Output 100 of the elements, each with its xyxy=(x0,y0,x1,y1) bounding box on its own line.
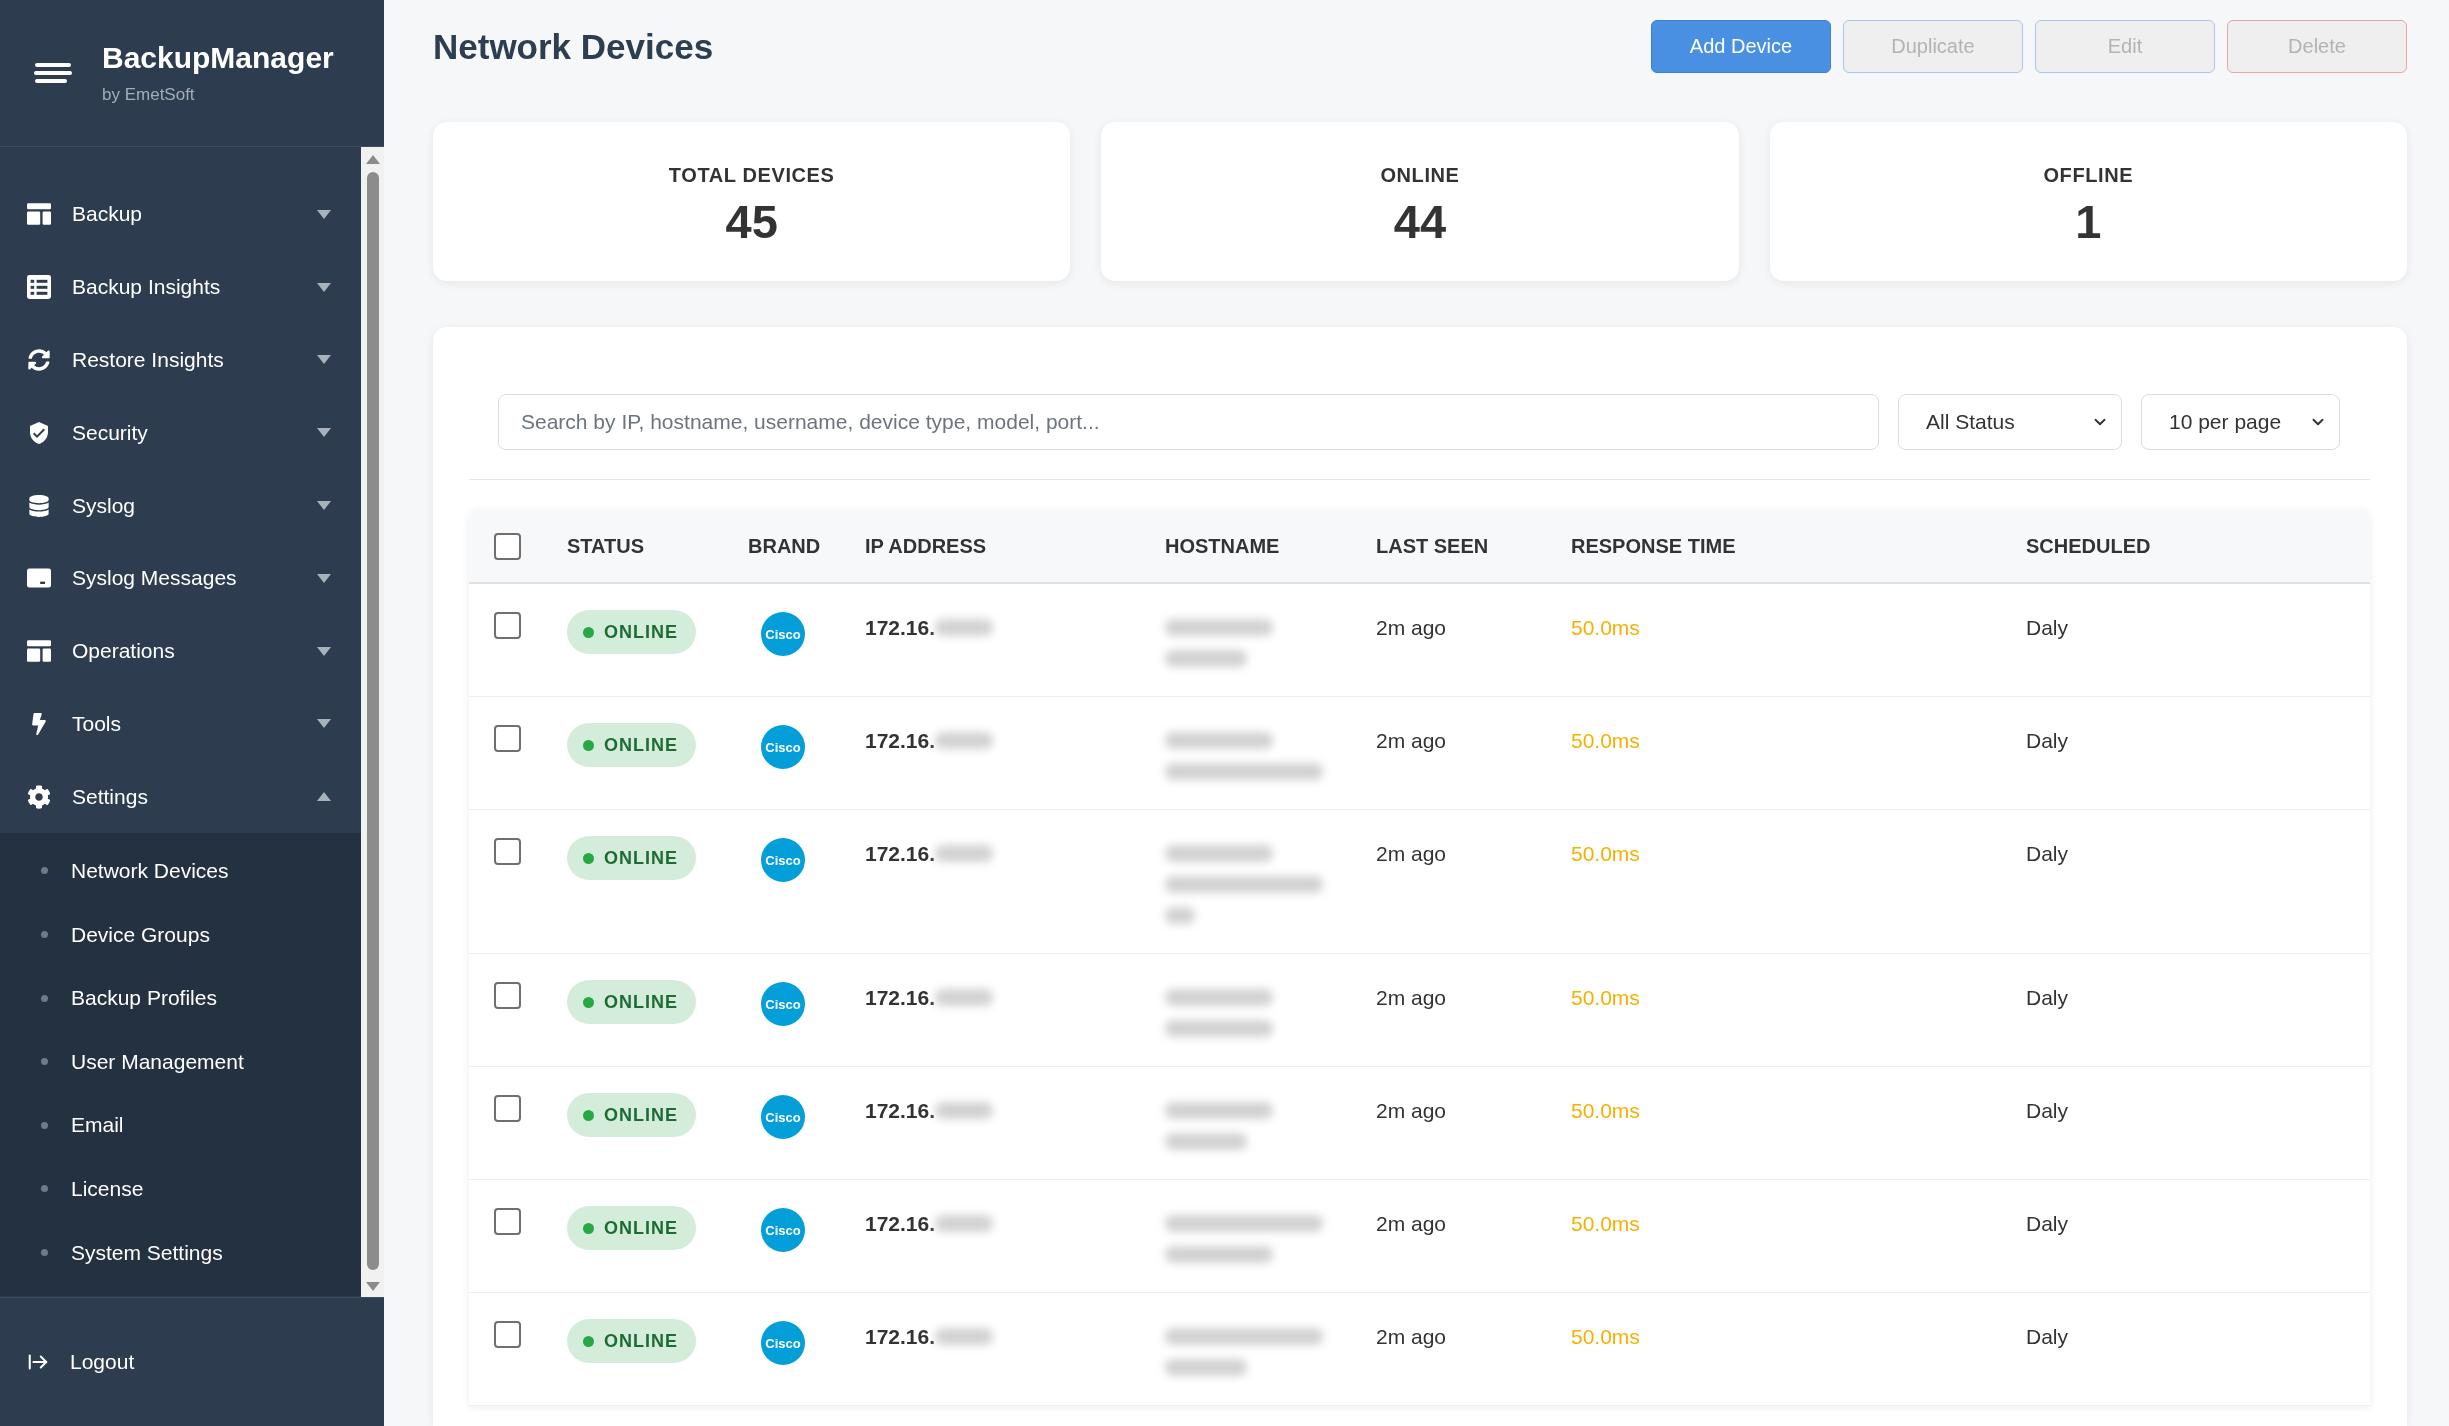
select-all-checkbox[interactable] xyxy=(494,532,521,560)
status-label: ONLINE xyxy=(604,1218,678,1238)
last-seen-text: 2m ago xyxy=(1376,1099,1447,1122)
response-time-text: 50.0ms xyxy=(1571,1212,1640,1235)
status-label: ONLINE xyxy=(604,1331,678,1351)
response-time-text: 50.0ms xyxy=(1571,842,1640,865)
schedule-text: Daly xyxy=(2026,842,2068,865)
row-checkbox[interactable] xyxy=(494,1095,521,1122)
last-seen-text: 2m ago xyxy=(1376,1325,1447,1348)
bullet-icon xyxy=(41,931,48,939)
shield-check-icon xyxy=(27,419,51,446)
submenu-item[interactable]: Device Groups xyxy=(0,902,361,967)
table-list-icon xyxy=(27,275,51,300)
submenu-item[interactable]: User Management xyxy=(0,1029,361,1094)
bullet-icon xyxy=(41,994,48,1002)
bullet-icon xyxy=(41,1249,48,1257)
nav-item[interactable]: Backup xyxy=(0,178,361,251)
stat-value: 1 xyxy=(2075,194,2102,250)
nav-item[interactable]: Settings xyxy=(0,760,361,834)
settings-icon xyxy=(27,784,51,809)
last-seen-text: 2m ago xyxy=(1376,842,1447,865)
last-seen-text: 2m ago xyxy=(1376,729,1447,752)
ip-address: 172.16. xyxy=(865,1098,936,1124)
menu-icon[interactable] xyxy=(34,62,72,84)
nav-item[interactable]: Syslog xyxy=(0,469,361,542)
ip-address: 172.16. xyxy=(865,728,936,754)
last-seen-text: 2m ago xyxy=(1376,986,1447,1009)
stat-value: 45 xyxy=(725,194,778,250)
submenu-item[interactable]: Email xyxy=(0,1093,361,1158)
schedule-text: Daly xyxy=(2026,729,2068,752)
column-header[interactable]: SCHEDULED xyxy=(2026,534,2151,557)
scrollbar-track[interactable] xyxy=(361,147,384,1297)
scroll-down-arrow-icon[interactable] xyxy=(365,1282,380,1291)
window-icon xyxy=(27,568,51,589)
status-label: ONLINE xyxy=(604,735,678,755)
sync-arrows-icon xyxy=(28,349,50,371)
app-subtitle: by EmetSoft xyxy=(102,84,196,106)
stat-value: 44 xyxy=(1393,194,1447,250)
schedule-text: Daly xyxy=(2026,616,2068,639)
scrollbar-thumb[interactable] xyxy=(366,172,379,1270)
ip-address: 172.16. xyxy=(865,1211,936,1237)
last-seen-text: 2m ago xyxy=(1376,616,1447,639)
stat-label: ONLINE xyxy=(1380,163,1460,188)
response-time-text: 50.0ms xyxy=(1571,616,1640,639)
stat-label: TOTAL DEVICES xyxy=(668,163,835,188)
nav-item[interactable]: Backup Insights xyxy=(0,250,361,324)
nav-item[interactable]: Syslog Messages xyxy=(0,542,361,615)
nav-item[interactable]: Operations xyxy=(0,614,361,688)
column-header[interactable]: IP ADDRESS xyxy=(865,534,987,557)
submenu-item[interactable]: Backup Profiles xyxy=(0,966,361,1030)
bullet-icon xyxy=(41,1185,48,1193)
row-checkbox[interactable] xyxy=(494,1321,521,1348)
status-select[interactable]: All Status xyxy=(1898,394,2122,450)
layout-icon xyxy=(27,640,51,663)
search-field[interactable]: Search by IP, hostname, username, device type, model, port... xyxy=(498,394,1879,450)
row-checkbox[interactable] xyxy=(494,838,521,865)
response-time-text: 50.0ms xyxy=(1571,986,1640,1009)
bullet-icon xyxy=(41,1121,48,1129)
scroll-up-arrow-icon[interactable] xyxy=(365,155,380,164)
column-header[interactable]: RESPONSE TIME xyxy=(1571,534,1736,557)
brand-logo: Cisco xyxy=(761,1321,805,1365)
schedule-text: Daly xyxy=(2026,1325,2068,1348)
schedule-text: Daly xyxy=(2026,986,2068,1009)
brand-logo: Cisco xyxy=(761,982,805,1026)
column-header[interactable]: BRAND xyxy=(748,534,821,557)
ip-address: 172.16. xyxy=(865,1324,936,1350)
last-seen-text: 2m ago xyxy=(1376,1212,1447,1235)
ip-address: 172.16. xyxy=(865,841,936,867)
ip-address: 172.16. xyxy=(865,985,936,1011)
status-label: ONLINE xyxy=(604,622,678,642)
schedule-text: Daly xyxy=(2026,1099,2068,1122)
layout-icon xyxy=(27,203,51,226)
response-time-text: 50.0ms xyxy=(1571,1325,1640,1348)
submenu-item[interactable]: License xyxy=(0,1157,361,1221)
status-label: ONLINE xyxy=(604,848,678,868)
submenu-item[interactable]: Network Devices xyxy=(0,839,361,903)
bullet-icon xyxy=(41,1058,48,1066)
row-checkbox[interactable] xyxy=(494,982,521,1009)
nav-item[interactable]: Tools xyxy=(0,687,361,761)
nav-item[interactable]: Security xyxy=(0,396,361,470)
page-size-select[interactable]: 10 per page xyxy=(2141,394,2340,450)
ip-address: 172.16. xyxy=(865,615,936,641)
column-header[interactable]: HOSTNAME xyxy=(1165,534,1280,557)
nav-item[interactable]: Restore Insights xyxy=(0,323,361,397)
column-header[interactable]: LAST SEEN xyxy=(1376,534,1489,557)
logout-link[interactable]: Logout xyxy=(27,1350,135,1374)
response-time-text: 50.0ms xyxy=(1571,729,1640,752)
schedule-text: Daly xyxy=(2026,1212,2068,1235)
status-label: ONLINE xyxy=(604,1105,678,1125)
row-checkbox[interactable] xyxy=(494,612,521,639)
bullet-icon xyxy=(41,867,48,875)
column-header[interactable]: STATUS xyxy=(567,534,645,557)
stat-label: OFFLINE xyxy=(2043,163,2134,188)
page-title: Network Devices xyxy=(433,26,714,67)
brand-logo: Cisco xyxy=(761,838,805,882)
row-checkbox[interactable] xyxy=(494,725,521,752)
status-label: ONLINE xyxy=(604,992,678,1012)
submenu-item[interactable]: System Settings xyxy=(0,1220,361,1285)
row-checkbox[interactable] xyxy=(494,1208,521,1235)
brand-logo: Cisco xyxy=(761,1208,805,1252)
